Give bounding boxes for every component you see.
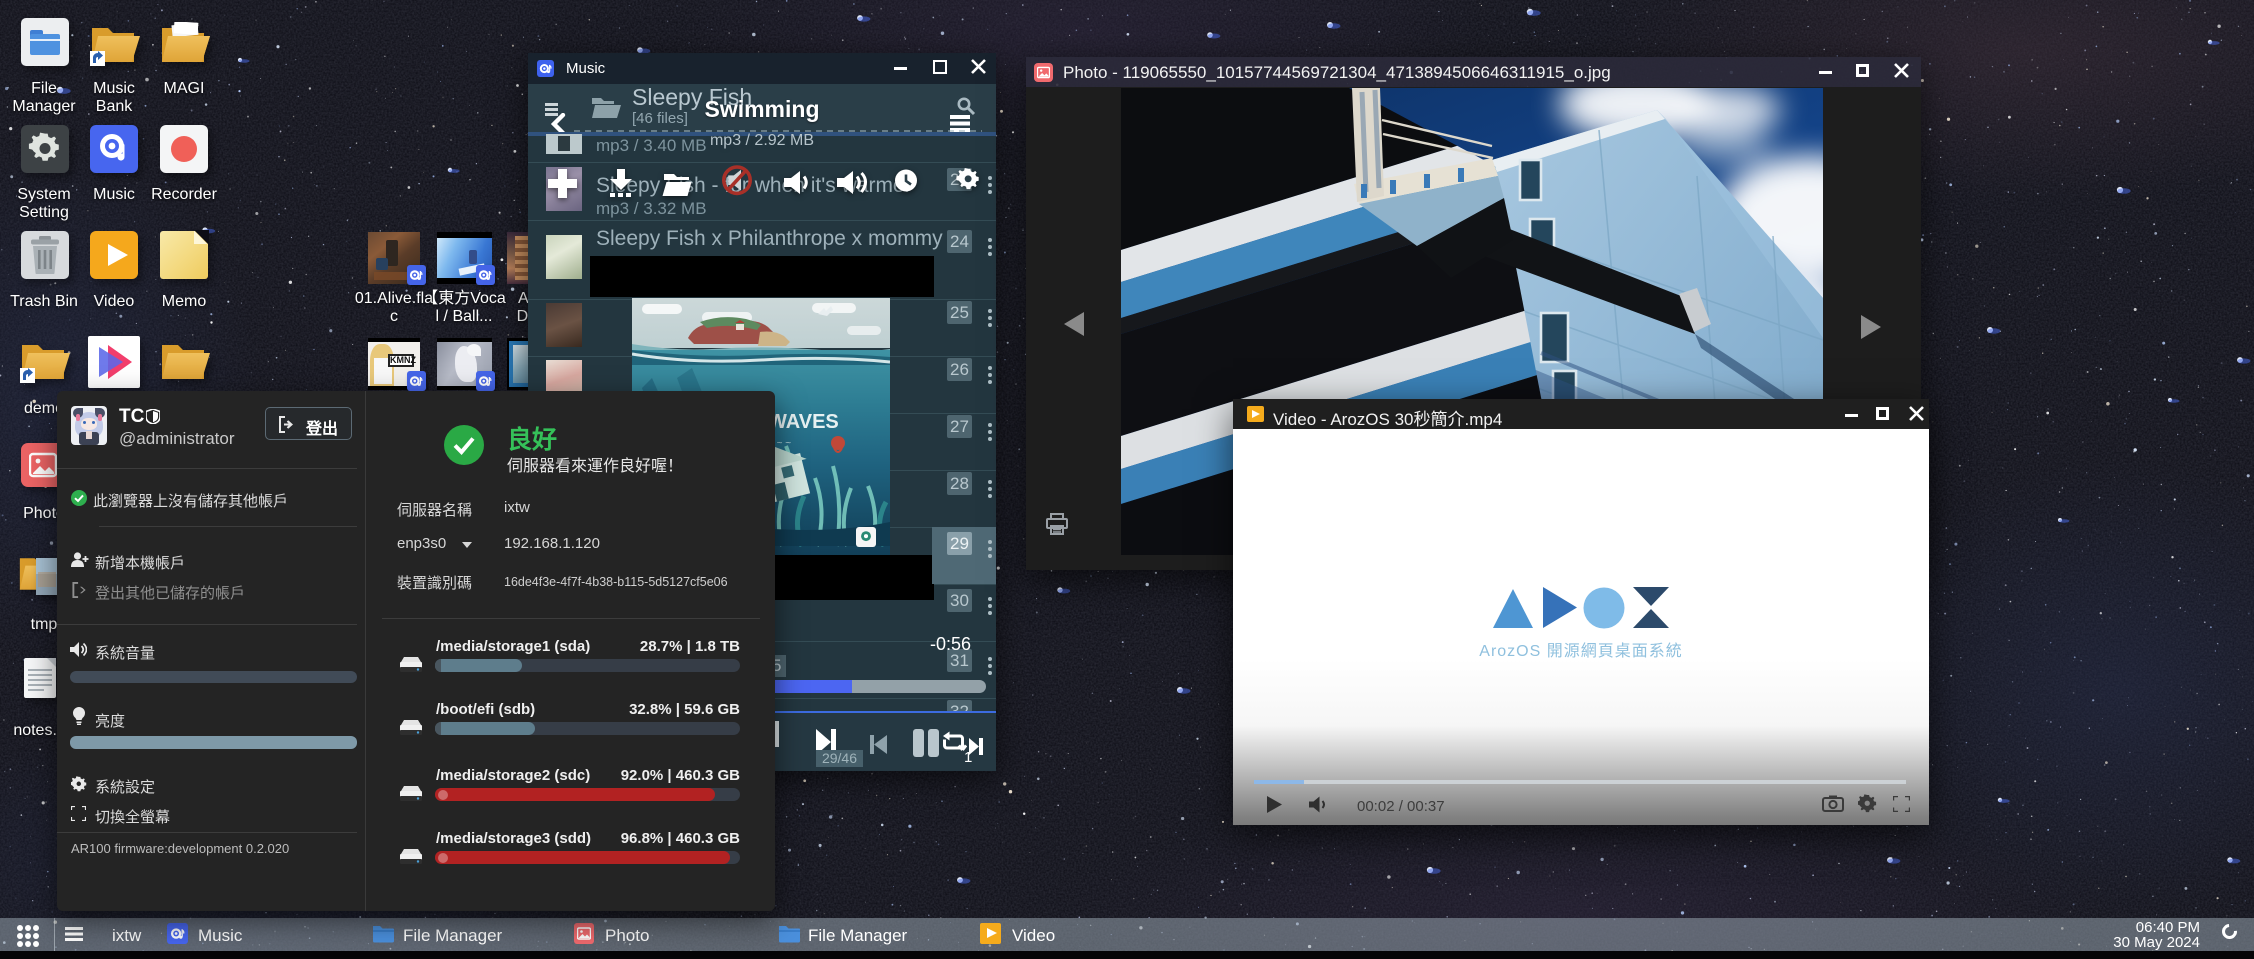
svg-text:WAVES: WAVES <box>768 411 839 433</box>
